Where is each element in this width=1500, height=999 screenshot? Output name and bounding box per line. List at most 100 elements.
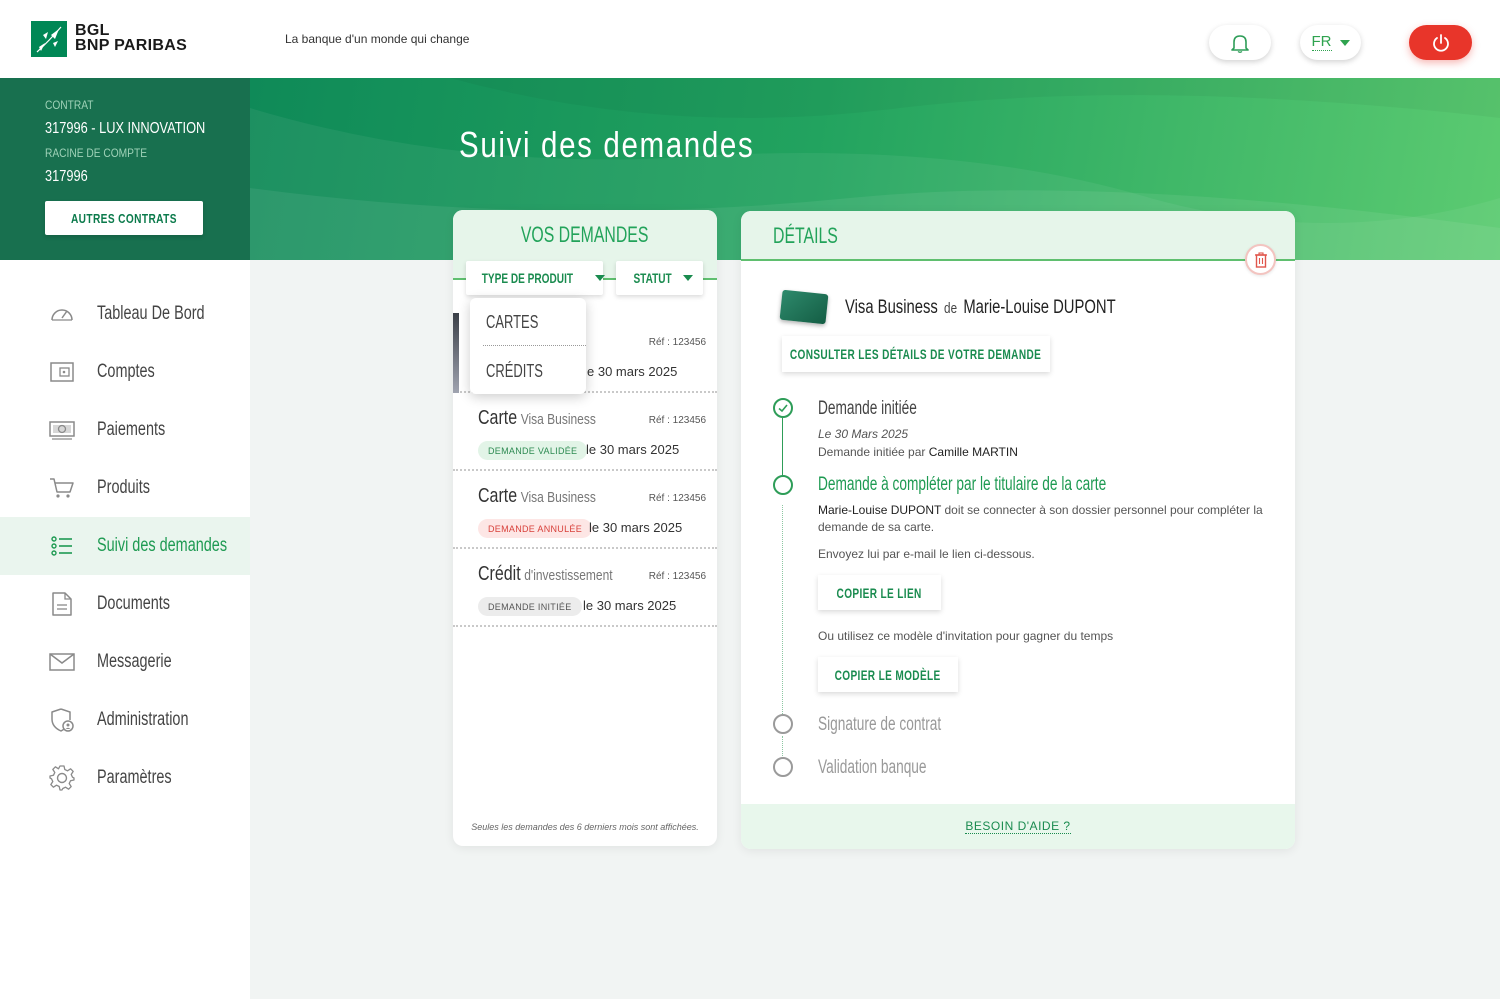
bank-logo[interactable] (31, 21, 67, 57)
sidebar-item-products[interactable]: Produits (0, 459, 250, 517)
chevron-down-icon (683, 275, 694, 281)
sidebar-item-administration[interactable]: Administration (0, 691, 250, 749)
dropdown-option-credits[interactable]: CRÉDITS (486, 361, 543, 382)
status-badge: DEMANDE INITIÉE (478, 597, 582, 616)
contract-value: 317996 - LUX INNOVATION (45, 120, 206, 137)
requests-title-text: VOS DEMANDES (521, 222, 649, 247)
copy-template-label: COPIER LE MODÈLE (835, 666, 942, 683)
list-item[interactable]: Crédit d'investissement Réf : 123456 DEM… (453, 549, 717, 627)
trash-icon (1254, 251, 1267, 268)
request-title: Carte Visa Business (478, 485, 596, 508)
language-selector[interactable]: FR (1300, 25, 1361, 60)
language-value: FR (1311, 33, 1332, 51)
card-thumbnail (453, 313, 459, 393)
timeline-line (782, 736, 783, 758)
sidebar-item-label: Paiements (97, 419, 166, 440)
step-title: Demande à compléter par le titulaire de … (818, 474, 1107, 495)
sidebar-item-requests[interactable]: Suivi des demandes (0, 517, 250, 575)
product-type-filter[interactable]: TYPE DE PRODUIT (466, 261, 605, 295)
wallet-icon (50, 362, 74, 382)
sidebar: Tableau De Bord Comptes Paiements Produi… (0, 260, 250, 999)
timeline-line (782, 505, 783, 714)
sidebar-item-settings[interactable]: Paramètres (0, 749, 250, 807)
card-image (779, 289, 829, 325)
notifications-button[interactable] (1209, 25, 1271, 60)
consult-details-button[interactable]: CONSULTER LES DÉTAILS DE VOTRE DEMANDE (782, 336, 1050, 372)
step-initiator-name: Camille MARTIN (928, 445, 1018, 459)
sidebar-item-messaging[interactable]: Messagerie (0, 633, 250, 691)
step-title: Signature de contrat (818, 714, 942, 735)
power-icon (1432, 33, 1449, 52)
logout-button[interactable] (1409, 25, 1472, 60)
root-account-value: 317996 (45, 168, 88, 185)
timeline-line (782, 418, 783, 481)
cash-icon (49, 421, 75, 440)
copy-link-label: COPIER LE LIEN (836, 584, 923, 601)
other-contracts-label: AUTRES CONTRATS (71, 210, 177, 226)
request-ref: Réf : 123456 (648, 493, 706, 504)
requests-title: VOS DEMANDES (453, 222, 717, 248)
request-title: Crédit d'investissement (478, 563, 613, 586)
consult-details-label: CONSULTER LES DÉTAILS DE VOTRE DEMANDE (790, 346, 1042, 362)
request-detail: Visa Business (520, 411, 596, 428)
sidebar-item-label: Documents (97, 593, 171, 614)
status-filter[interactable]: STATUT (616, 261, 703, 295)
copy-template-button[interactable]: COPIER LE MODÈLE (818, 657, 958, 692)
requests-footnote: Seules les demandes des 6 derniers mois … (471, 822, 699, 832)
root-account-label: RACINE DE COMPTE (45, 146, 148, 160)
step-description: Marie-Louise DUPONT doit se connecter à … (818, 502, 1268, 536)
other-contracts-button[interactable]: AUTRES CONTRATS (45, 201, 203, 235)
request-product: Carte (478, 407, 518, 429)
chevron-down-icon (594, 275, 605, 281)
details-panel: DÉTAILS Visa Business de Marie-Louise DUPO… (741, 211, 1295, 849)
brand-tagline: La banque d'un monde qui change (285, 32, 470, 46)
sidebar-item-label: Produits (97, 477, 150, 498)
sidebar-item-payments[interactable]: Paiements (0, 401, 250, 459)
list-item[interactable]: Carte Visa Business Réf : 123456 DEMANDE… (453, 471, 717, 549)
step-pending-icon (773, 714, 793, 734)
document-icon (52, 592, 72, 616)
request-detail: d'investissement (524, 567, 613, 584)
sidebar-item-dashboard[interactable]: Tableau De Bord (0, 285, 250, 343)
details-holder: Marie-Louise DUPONT (963, 297, 1116, 318)
sidebar-item-label: Comptes (97, 361, 155, 382)
brand-name: BGL BNP PARIBAS (75, 23, 187, 54)
cart-icon (50, 478, 74, 498)
step-send-instruction: Envoyez lui par e-mail le lien ci-dessou… (818, 547, 1035, 561)
copy-link-button[interactable]: COPIER LE LIEN (818, 575, 941, 610)
sidebar-item-label: Paramètres (97, 767, 172, 788)
details-header: DÉTAILS (741, 211, 1295, 261)
bell-icon (1231, 34, 1249, 53)
request-date: le 30 mars 2025 (586, 442, 680, 457)
sidebar-item-accounts[interactable]: Comptes (0, 343, 250, 401)
page-title: Suivi des demandes (459, 124, 755, 165)
product-type-dropdown: CARTES CRÉDITS (470, 298, 586, 394)
mail-icon (49, 653, 75, 671)
request-product: Carte (478, 485, 518, 507)
sidebar-item-documents[interactable]: Documents (0, 575, 250, 633)
step-title: Validation banque (818, 757, 927, 778)
gear-icon (49, 765, 75, 791)
request-date: e 30 mars 2025 (587, 364, 678, 379)
help-link[interactable]: BESOIN D'AIDE ? (965, 819, 1071, 834)
dropdown-option-cards[interactable]: CARTES (486, 312, 538, 333)
step-holder: Marie-Louise DUPONT (818, 503, 942, 517)
list-icon (51, 536, 72, 556)
list-item[interactable]: Carte Visa Business Réf : 123456 DEMANDE… (453, 393, 717, 471)
delete-request-button[interactable] (1245, 244, 1276, 275)
status-filter-label: STATUT (633, 270, 672, 286)
details-of: de (944, 300, 958, 317)
contract-panel: CONTRAT 317996 - LUX INNOVATION RACINE D… (0, 78, 250, 260)
request-title: Carte Visa Business (478, 407, 596, 430)
step-initiator: Demande initiée par Camille MARTIN (818, 444, 1018, 461)
sidebar-item-label: Tableau De Bord (97, 303, 205, 324)
step-template-instruction: Ou utilisez ce modèle d'invitation pour … (818, 629, 1114, 643)
help-bar: BESOIN D'AIDE ? (741, 804, 1295, 849)
step-pending-icon (773, 757, 793, 777)
contract-label: CONTRAT (45, 98, 94, 112)
step-current-icon (773, 475, 793, 495)
step-title: Demande initiée (818, 398, 917, 419)
dashboard-icon (51, 309, 73, 321)
step-initiator-prefix: Demande initiée par (818, 445, 926, 459)
request-detail: Visa Business (520, 489, 596, 506)
